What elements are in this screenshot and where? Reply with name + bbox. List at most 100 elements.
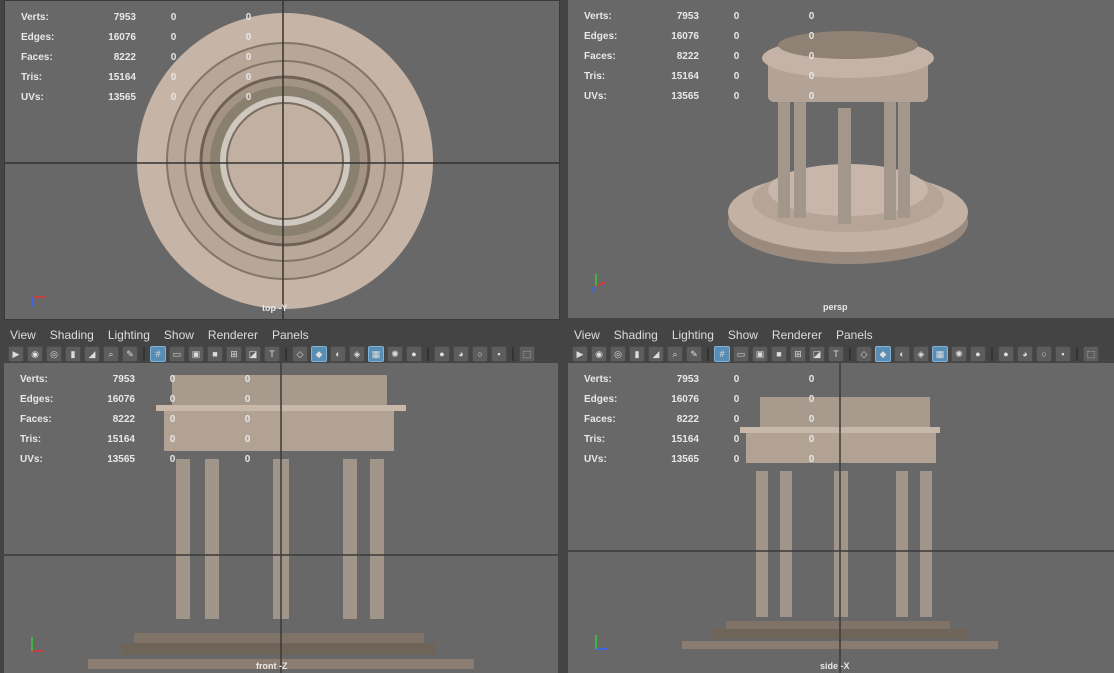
menu-shading[interactable]: Shading: [50, 328, 94, 342]
textured-icon[interactable]: ▦: [368, 346, 384, 362]
safe-title-icon[interactable]: T: [264, 346, 280, 362]
safe-title-icon[interactable]: T: [828, 346, 844, 362]
safe-action-icon[interactable]: ◪: [245, 346, 261, 362]
heads-up-display: Verts: 7953 0 0 Edges: 16076 0 0 Faces: 8222 0 0 …: [584, 6, 849, 106]
gate-mask-icon[interactable]: ■: [771, 346, 787, 362]
wireframe-on-shaded-icon[interactable]: ◈: [349, 346, 365, 362]
tris-extra: 0: [245, 71, 252, 83]
menu-view[interactable]: View: [10, 328, 36, 342]
use-all-lights-icon[interactable]: ✺: [951, 346, 967, 362]
camera-attributes-icon[interactable]: ◉: [27, 346, 43, 362]
axis-gizmo-icon: [590, 629, 616, 655]
wireframe-icon[interactable]: ◇: [856, 346, 872, 362]
use-all-lights-icon[interactable]: ✺: [387, 346, 403, 362]
camera-icon[interactable]: ▶: [8, 346, 24, 362]
screen-space-ao-icon[interactable]: ●: [998, 346, 1014, 362]
menu-view[interactable]: View: [574, 328, 600, 342]
viewport-front[interactable]: Verts: 7953 0 0 Edges: 16076 0 0 Faces: 8222 0 0 …: [4, 363, 558, 673]
faces-extra: 0: [245, 51, 252, 63]
smooth-shade-icon[interactable]: ◆: [875, 346, 891, 362]
menu-show[interactable]: Show: [728, 328, 758, 342]
menu-lighting[interactable]: Lighting: [672, 328, 714, 342]
faces-selected: 0: [733, 50, 740, 62]
film-gate-icon[interactable]: ▭: [169, 346, 185, 362]
faces-extra: 0: [808, 50, 815, 62]
anti-aliasing-icon[interactable]: ○: [472, 346, 488, 362]
image-plane-icon[interactable]: ◢: [648, 346, 664, 362]
camera-attributes-icon[interactable]: ◉: [591, 346, 607, 362]
wireframe-on-shaded-icon[interactable]: ◈: [913, 346, 929, 362]
uvs-label: UVs:: [584, 90, 607, 102]
isolate-select-icon[interactable]: ⬚: [1083, 346, 1099, 362]
bookmark-icon[interactable]: ▮: [629, 346, 645, 362]
grease-pencil-icon[interactable]: ✎: [686, 346, 702, 362]
toolbar-divider: [143, 347, 145, 361]
anti-aliasing-icon[interactable]: ○: [1036, 346, 1052, 362]
isolate-select-icon[interactable]: ⬚: [519, 346, 535, 362]
toolbar-divider: [427, 347, 429, 361]
tris-selected: 0: [170, 71, 177, 83]
verts-extra: 0: [245, 11, 252, 23]
tris-selected: 0: [169, 433, 176, 445]
menu-shading[interactable]: Shading: [614, 328, 658, 342]
viewport-top[interactable]: Verts: 7953 0 0 Edges: 16076 0 0 Faces: 8222 0 0 …: [4, 0, 560, 320]
faces-value: 8222: [112, 413, 135, 425]
resolution-gate-icon[interactable]: ▣: [752, 346, 768, 362]
field-chart-icon[interactable]: ⊞: [226, 346, 242, 362]
camera-lock-icon[interactable]: ◎: [610, 346, 626, 362]
edges-selected: 0: [733, 393, 740, 405]
smooth-shade-icon[interactable]: ◆: [311, 346, 327, 362]
safe-action-icon[interactable]: ◪: [809, 346, 825, 362]
2d-pan-zoom-icon[interactable]: ⌕: [667, 346, 683, 362]
viewport-persp[interactable]: Verts: 7953 0 0 Edges: 16076 0 0 Faces: 8222 0 0 …: [568, 0, 1114, 318]
faces-value: 8222: [676, 413, 699, 425]
grid-icon[interactable]: #: [714, 346, 730, 362]
uvs-value: 13565: [671, 90, 699, 102]
grid-icon[interactable]: #: [150, 346, 166, 362]
edges-extra: 0: [244, 393, 251, 405]
screen-space-ao-icon[interactable]: ●: [434, 346, 450, 362]
tris-label: Tris:: [584, 70, 606, 82]
verts-value: 7953: [676, 373, 699, 385]
faces-label: Faces:: [584, 413, 616, 425]
menu-show[interactable]: Show: [164, 328, 194, 342]
verts-selected: 0: [733, 10, 740, 22]
menu-lighting[interactable]: Lighting: [108, 328, 150, 342]
gate-mask-icon[interactable]: ■: [207, 346, 223, 362]
shadows-icon[interactable]: ●: [406, 346, 422, 362]
grease-pencil-icon[interactable]: ✎: [122, 346, 138, 362]
default-material-icon[interactable]: ◐: [330, 346, 346, 362]
depth-of-field-icon[interactable]: ▪: [1055, 346, 1071, 362]
uvs-extra: 0: [808, 90, 815, 102]
film-gate-icon[interactable]: ▭: [733, 346, 749, 362]
menu-renderer[interactable]: Renderer: [772, 328, 822, 342]
camera-icon[interactable]: ▶: [572, 346, 588, 362]
menu-renderer[interactable]: Renderer: [208, 328, 258, 342]
default-material-icon[interactable]: ◐: [894, 346, 910, 362]
uvs-value: 13565: [108, 91, 136, 103]
motion-blur-icon[interactable]: ◕: [1017, 346, 1033, 362]
panel-toolbar-left: ▶ ◉ ◎ ▮ ◢ ⌕ ✎ # ▭ ▣ ■ ⊞ ◪ T ◇ ◆ ◐ ◈ ▦ ✺ …: [8, 345, 535, 363]
wireframe-icon[interactable]: ◇: [292, 346, 308, 362]
verts-extra: 0: [808, 10, 815, 22]
field-chart-icon[interactable]: ⊞: [790, 346, 806, 362]
toolbar-divider: [1076, 347, 1078, 361]
image-plane-icon[interactable]: ◢: [84, 346, 100, 362]
menu-panels[interactable]: Panels: [836, 328, 873, 342]
camera-label-side: side -X: [820, 661, 850, 671]
2d-pan-zoom-icon[interactable]: ⌕: [103, 346, 119, 362]
depth-of-field-icon[interactable]: ▪: [491, 346, 507, 362]
edges-label: Edges:: [20, 393, 54, 405]
axis-gizmo-icon: [590, 270, 616, 296]
toolbar-divider: [512, 347, 514, 361]
shadows-icon[interactable]: ●: [970, 346, 986, 362]
motion-blur-icon[interactable]: ◕: [453, 346, 469, 362]
textured-icon[interactable]: ▦: [932, 346, 948, 362]
camera-lock-icon[interactable]: ◎: [46, 346, 62, 362]
resolution-gate-icon[interactable]: ▣: [188, 346, 204, 362]
tris-value: 15164: [108, 71, 136, 83]
menu-panels[interactable]: Panels: [272, 328, 309, 342]
tris-selected: 0: [733, 433, 740, 445]
bookmark-icon[interactable]: ▮: [65, 346, 81, 362]
viewport-side[interactable]: Verts: 7953 0 0 Edges: 16076 0 0 Faces: 8222 0 0 …: [568, 363, 1114, 673]
